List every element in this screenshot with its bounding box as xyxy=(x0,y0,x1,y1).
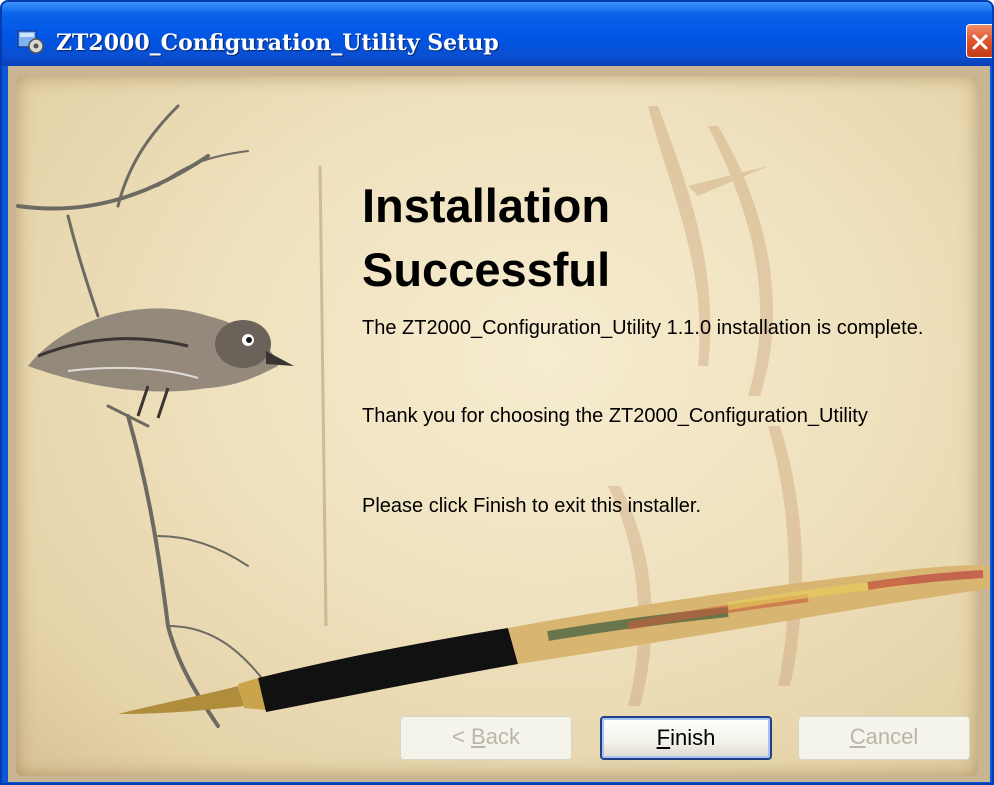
cancel-label-rest: ancel xyxy=(865,724,919,749)
thank-you-message: Thank you for choosing the ZT2000_Config… xyxy=(362,405,868,427)
close-button[interactable] xyxy=(966,24,992,58)
window-title: ZT2000_Configuration_Utility Setup xyxy=(56,30,499,56)
finish-label-rest: inish xyxy=(670,725,716,750)
cancel-mnemonic: C xyxy=(849,724,866,749)
close-icon xyxy=(972,34,988,50)
heading-line-1: Installation xyxy=(362,179,611,232)
fountain-pen-illustration xyxy=(118,565,990,714)
finish-instruction: Please click Finish to exit this install… xyxy=(362,495,702,517)
back-button[interactable]: < Back xyxy=(400,716,572,760)
title-bar[interactable]: ZT2000_Configuration_Utility Setup xyxy=(2,2,992,66)
paper-edge-line xyxy=(318,165,328,627)
dialog-body: Installation Successful The ZT2000_Confi… xyxy=(8,66,990,782)
finish-mnemonic: F xyxy=(656,725,671,750)
completion-message: The ZT2000_Configuration_Utility 1.1.0 i… xyxy=(362,317,924,339)
finish-button[interactable]: Finish xyxy=(600,716,772,760)
installer-icon xyxy=(17,30,44,54)
back-prefix: < xyxy=(452,724,472,749)
installer-window: ZT2000_Configuration_Utility Setup Insta… xyxy=(0,0,994,785)
back-mnemonic: B xyxy=(471,724,486,749)
branch-decoration xyxy=(16,104,269,728)
heading-line-2: Successful xyxy=(362,243,611,296)
cancel-button[interactable]: Cancel xyxy=(798,716,970,760)
page-heading: Installation Successful xyxy=(362,174,610,302)
back-label-rest: ack xyxy=(485,724,520,749)
bird-illustration xyxy=(28,308,294,419)
